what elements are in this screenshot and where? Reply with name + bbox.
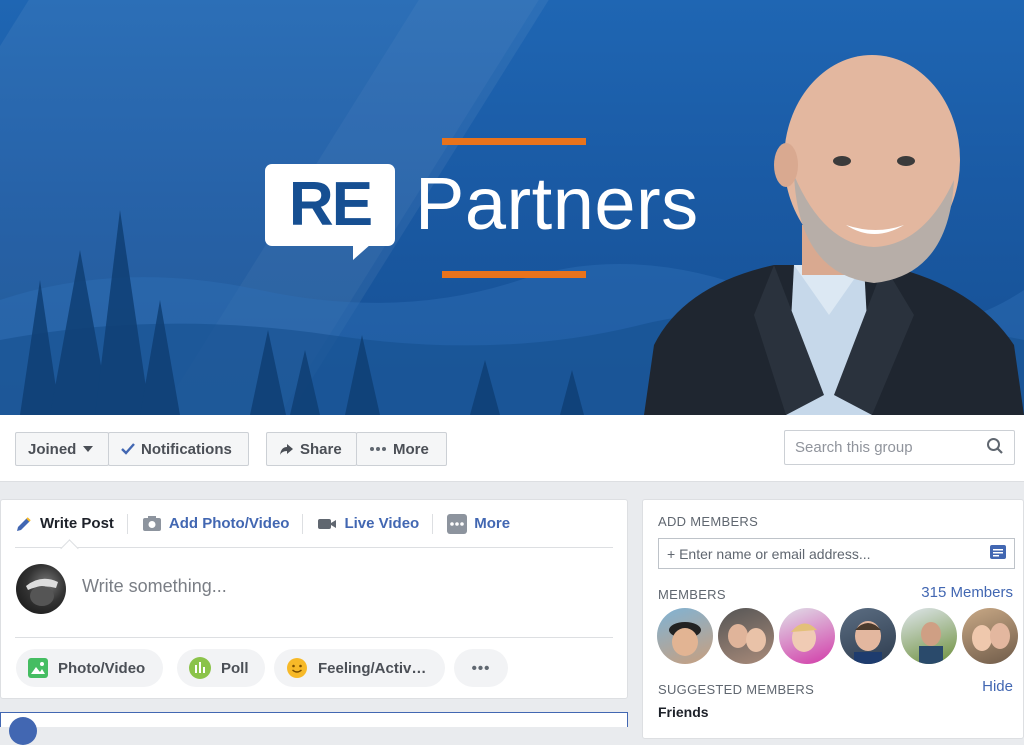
user-avatar[interactable]: [16, 564, 66, 614]
group-search-input[interactable]: Search this group: [784, 430, 1015, 465]
camera-icon: [142, 515, 162, 532]
logo-partners-text: Partners: [415, 162, 699, 245]
share-button[interactable]: Share: [266, 432, 357, 466]
share-arrow-icon: [279, 443, 294, 456]
ellipsis-icon: [369, 446, 387, 452]
member-avatar[interactable]: [779, 608, 835, 664]
joined-label: Joined: [28, 440, 77, 458]
members-sidebar: ADD MEMBERS + Enter name or email addres…: [642, 499, 1024, 739]
checkmark-icon: [121, 443, 135, 455]
member-avatar[interactable]: [657, 608, 713, 664]
option-label: Poll: [221, 659, 249, 677]
member-avatar[interactable]: [840, 608, 896, 664]
logo-bottom-bar: [442, 271, 586, 278]
more-dots-icon: [447, 513, 468, 534]
contact-card-icon[interactable]: [990, 545, 1006, 562]
share-label: Share: [300, 440, 342, 458]
photo-icon: [28, 658, 48, 678]
feeling-activity-button[interactable]: Feeling/Activ…: [274, 649, 445, 687]
notifications-label: Notifications: [141, 440, 232, 458]
group-action-bar: Joined Notifications Share More Search t…: [0, 415, 1024, 482]
suggested-members-heading: SUGGESTED MEMBERS: [658, 682, 815, 697]
option-label: Photo/Video: [58, 659, 146, 677]
friends-label: Friends: [658, 704, 709, 720]
notifications-button[interactable]: Notifications: [108, 432, 249, 466]
ellipsis-icon: •••: [471, 659, 491, 677]
smiley-icon: [286, 657, 308, 679]
poll-icon: [189, 657, 211, 679]
avatar: [9, 717, 37, 745]
post-composer: Write Post Add Photo/Video Live Video Mo…: [0, 499, 628, 699]
member-avatar[interactable]: [901, 608, 957, 664]
add-members-heading: ADD MEMBERS: [658, 514, 759, 529]
composer-tabs: Write Post Add Photo/Video Live Video Mo…: [15, 500, 613, 548]
write-something-input[interactable]: Write something...: [82, 576, 227, 597]
joined-button[interactable]: Joined: [15, 432, 109, 466]
group-cover-photo: RE Partners: [0, 0, 1024, 415]
logo-top-bar: [442, 138, 586, 145]
tab-live-video[interactable]: Live Video: [303, 500, 434, 548]
more-options-button[interactable]: •••: [454, 649, 508, 687]
more-label: More: [393, 440, 429, 458]
tab-add-photo-video[interactable]: Add Photo/Video: [128, 500, 304, 548]
logo-re-text: RE: [288, 170, 373, 239]
member-avatar[interactable]: [718, 608, 774, 664]
add-members-placeholder: + Enter name or email address...: [667, 545, 871, 562]
hide-link[interactable]: Hide: [982, 678, 1013, 695]
add-members-input[interactable]: + Enter name or email address...: [658, 538, 1015, 569]
divider: [15, 637, 613, 638]
pencil-icon: [15, 515, 33, 533]
photo-video-button[interactable]: Photo/Video: [16, 649, 163, 687]
tab-write-post[interactable]: Write Post: [15, 500, 128, 548]
option-label: Feeling/Activ…: [318, 659, 427, 677]
members-heading: MEMBERS: [658, 587, 726, 602]
member-avatars: [657, 608, 1023, 664]
next-post-card: [0, 712, 628, 745]
tab-label: Write Post: [40, 515, 114, 532]
search-icon[interactable]: [986, 437, 1004, 459]
caret-down-icon: [83, 446, 94, 452]
search-placeholder: Search this group: [795, 439, 913, 456]
member-avatar[interactable]: [962, 608, 1018, 664]
tab-more[interactable]: More: [433, 500, 524, 548]
video-camera-icon: [317, 517, 337, 531]
re-partners-logo: RE Partners: [265, 138, 745, 278]
more-button[interactable]: More: [356, 432, 447, 466]
tab-label: More: [474, 515, 511, 532]
members-count-link[interactable]: 315 Members: [921, 584, 1013, 601]
poll-button[interactable]: Poll: [177, 649, 265, 687]
tab-label: Add Photo/Video: [168, 515, 290, 532]
tab-label: Live Video: [344, 515, 420, 532]
